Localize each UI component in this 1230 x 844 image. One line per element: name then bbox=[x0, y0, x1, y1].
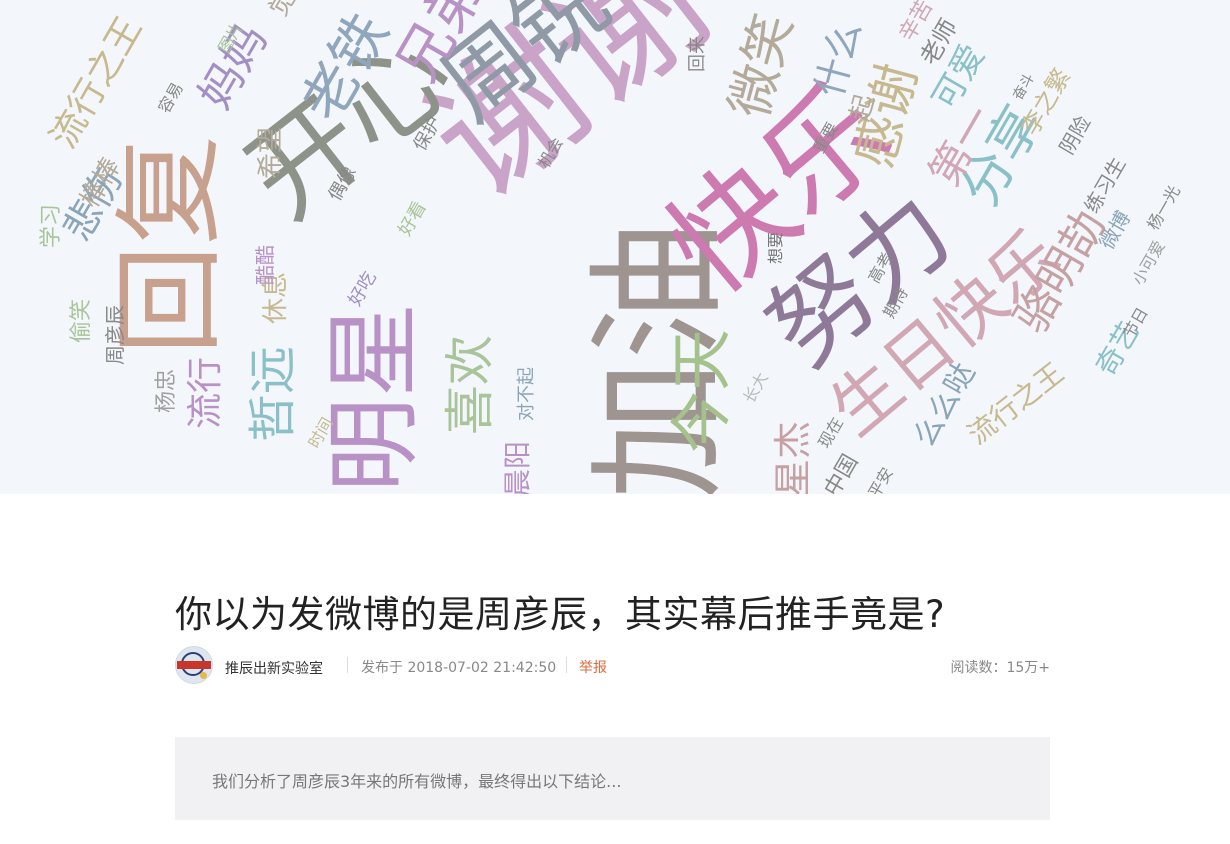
word-cloud-word: 回复 bbox=[106, 135, 234, 355]
article-meta: 推辰出新实验室 发布于 2018-07-02 21:42:50 举报 阅读数：1… bbox=[175, 646, 1050, 684]
meta-divider bbox=[566, 657, 567, 673]
word-cloud-word: 节日 bbox=[1119, 304, 1152, 342]
word-cloud-word: 流行 bbox=[185, 356, 227, 430]
word-cloud-word: 学习 bbox=[39, 203, 65, 249]
read-count: 阅读数：15万+ bbox=[950, 660, 1050, 676]
article-title: 你以为发微博的是周彦辰，其实幕后推手竟是? bbox=[175, 593, 946, 636]
word-cloud-word: 杨忠 bbox=[154, 368, 180, 414]
word-cloud-word: 好看 bbox=[394, 197, 431, 240]
word-cloud-word: 回来 bbox=[687, 36, 708, 72]
word-cloud-word: 中国 bbox=[819, 450, 864, 494]
word-cloud-word: 觉 bbox=[263, 0, 303, 22]
word-cloud-word: 微博 bbox=[1094, 206, 1136, 254]
word-cloud-word: 阴险 bbox=[1054, 111, 1096, 159]
word-cloud-word: 今天 bbox=[665, 328, 739, 454]
publish-date: 发布于 2018-07-02 21:42:50 bbox=[361, 660, 557, 676]
word-cloud-word: 喜欢 bbox=[441, 335, 499, 435]
word-cloud-word: 小可爱 bbox=[1128, 237, 1169, 289]
word-cloud-word: 什么 bbox=[806, 16, 870, 102]
word-cloud-word: 杨一光 bbox=[1143, 182, 1184, 234]
word-cloud-word: 晨阳 bbox=[501, 440, 535, 494]
word-cloud-word: 长大 bbox=[739, 369, 772, 407]
word-cloud-word: 明星 bbox=[319, 302, 430, 493]
word-cloud-word: 容易 bbox=[154, 79, 187, 117]
word-cloud-word: 酷酷 bbox=[253, 245, 277, 285]
word-cloud-word: 哲远 bbox=[245, 345, 302, 443]
author-name[interactable]: 推辰出新实验室 bbox=[225, 658, 323, 678]
word-cloud-word: 偷笑 bbox=[69, 298, 95, 344]
word-cloud-word: 想要 bbox=[766, 231, 786, 265]
word-cloud-word: 星杰 bbox=[771, 420, 816, 494]
report-link[interactable]: 举报 bbox=[579, 657, 607, 677]
word-cloud-word: 流行之王 bbox=[42, 10, 151, 156]
avatar-badge bbox=[200, 672, 207, 679]
word-cloud-word: 练习生 bbox=[1079, 153, 1131, 217]
avatar-band bbox=[177, 661, 211, 669]
meta-divider bbox=[347, 657, 348, 673]
word-cloud-word: 现在 bbox=[814, 414, 847, 452]
author-avatar[interactable] bbox=[175, 646, 213, 684]
word-cloud-word: 对不起 bbox=[516, 367, 537, 421]
word-cloud-word: 平安 bbox=[864, 464, 897, 494]
word-cloud-word: 希望 bbox=[256, 126, 287, 180]
word-cloud-banner: 谢谢 加油 快乐 开心 努力 回复 周锐 生日快乐 明星 微笑 感谢 老铁 兄弟… bbox=[0, 0, 1230, 494]
article-summary: 我们分析了周彦辰3年来的所有微博，最终得出以下结论... bbox=[175, 737, 1050, 820]
word-cloud-word: 周彦辰 bbox=[103, 305, 127, 365]
